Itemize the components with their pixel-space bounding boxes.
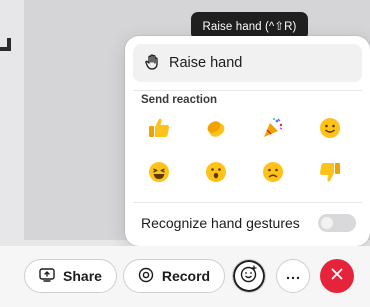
share-screen-icon: [39, 267, 55, 285]
reaction-clap[interactable]: [200, 114, 232, 146]
clapping-hands-icon: [204, 116, 228, 145]
more-icon: [286, 267, 300, 285]
hand-gestures-row: Recognize hand gestures: [141, 211, 356, 235]
hand-gestures-label: Recognize hand gestures: [141, 215, 300, 231]
raise-hand-button[interactable]: Raise hand: [133, 44, 362, 82]
frowning-face-icon: [261, 160, 285, 189]
toggle-knob: [321, 217, 333, 229]
send-reaction-title: Send reaction: [141, 94, 218, 106]
more-button[interactable]: [276, 259, 310, 293]
reaction-smile[interactable]: [314, 114, 346, 146]
laughing-face-icon: [147, 160, 171, 189]
record-icon: [138, 267, 154, 286]
thumbs-up-icon: [147, 116, 171, 145]
divider: [133, 202, 362, 203]
end-call-button[interactable]: [320, 259, 354, 293]
meeting-window: Raise hand (^⇧R) Raise hand Send reactio…: [0, 0, 370, 307]
raised-hand-icon: [145, 54, 159, 72]
reaction-thumbs-up[interactable]: [143, 114, 175, 146]
surprised-face-icon: [204, 160, 228, 189]
reactions-popover: Raise hand Send reaction Recognize hand …: [125, 36, 370, 246]
thumbs-down-icon: [318, 160, 342, 189]
reaction-party[interactable]: [257, 114, 289, 146]
reaction-thumbs-down[interactable]: [314, 158, 346, 190]
share-label: Share: [63, 268, 102, 284]
smiling-face-icon: [318, 116, 342, 145]
meeting-toolbar: Share Record: [0, 246, 370, 307]
reaction-surprised[interactable]: [200, 158, 232, 190]
reaction-frown[interactable]: [257, 158, 289, 190]
hand-gestures-toggle[interactable]: [318, 214, 356, 232]
party-popper-icon: [261, 116, 285, 145]
raise-hand-label: Raise hand: [169, 55, 243, 71]
close-icon: [331, 267, 343, 285]
reactions-button[interactable]: [232, 259, 266, 293]
reaction-laugh[interactable]: [143, 158, 175, 190]
record-label: Record: [161, 268, 211, 284]
reactions-icon: [240, 264, 258, 288]
divider: [133, 90, 362, 91]
video-frame-corner: [0, 38, 20, 54]
record-button[interactable]: Record: [123, 259, 225, 293]
share-button[interactable]: Share: [24, 259, 117, 293]
